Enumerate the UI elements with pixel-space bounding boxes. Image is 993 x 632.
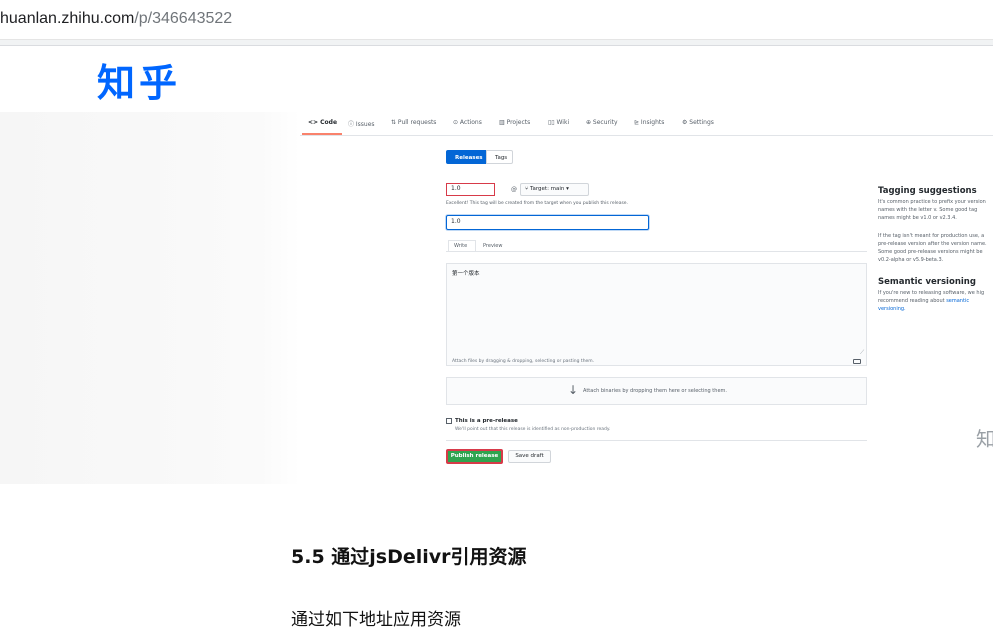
semver-text-1: If you're new to releasing software, we … (878, 290, 985, 296)
toolbar-divider (0, 40, 993, 46)
tab-actions: ⊙ Actions (453, 119, 482, 126)
tag-hint: Excellent! This tag will be created from… (446, 201, 628, 206)
tagging-text-7: v0.2-alpha or v5.9-beta.3. (878, 257, 944, 263)
url-text[interactable]: huanlan.zhihu.com/p/346643522 (0, 10, 232, 28)
prerelease-note: We'll point out that this release is ide… (455, 427, 611, 432)
article-paragraph: 通过如下地址应用资源 (291, 610, 461, 630)
target-branch-button: ⑂ Target: main ▾ (520, 183, 589, 196)
tab-security: ⊕ Security (586, 119, 618, 126)
zhihu-watermark: 知 (976, 427, 993, 451)
active-tab-indicator (302, 133, 342, 135)
tag-version-field: 1.0 (446, 183, 495, 196)
binaries-hint: Attach binaries by dropping them here or… (583, 388, 727, 394)
form-divider (446, 440, 867, 441)
save-draft-button: Save draft (508, 450, 551, 463)
tab-code: <> Code (308, 119, 338, 126)
address-bar[interactable]: huanlan.zhihu.com/p/346643522 (0, 0, 993, 40)
semver-text-2-lead: recommend reading about (878, 298, 947, 304)
tab-settings: ⚙ Settings (682, 119, 714, 126)
tagging-text-6: Some good pre-release versions might be (878, 249, 983, 255)
tagging-text-4: If the tag isn't meant for production us… (878, 233, 985, 239)
tagging-text-3: names might be v1.0 or v2.3.4. (878, 215, 957, 221)
tagging-text-2: names with the letter v. Some good tag (878, 207, 978, 213)
zhihu-logo[interactable]: 知乎 (97, 52, 181, 107)
releases-toggle: Releases (446, 150, 487, 164)
down-arrow-icon: ↓ (568, 383, 579, 397)
markdown-icon (853, 359, 861, 364)
resize-handle-icon: ⟋ (860, 349, 865, 356)
prerelease-label: This is a pre-release (455, 418, 518, 424)
release-title-field: 1.0 (446, 215, 649, 230)
tab-wiki: ▯▯ Wiki (548, 119, 570, 126)
tags-toggle: Tags (486, 150, 513, 164)
editor-tab-bar (446, 240, 867, 252)
description-textarea (446, 263, 867, 366)
semantic-versioning-title: Semantic versioning (878, 277, 976, 287)
versioning-link: versioning. (878, 306, 906, 312)
semver-text-2: recommend reading about semantic (878, 297, 993, 305)
tagging-text-5: pre-release version after the version na… (878, 241, 987, 247)
tagging-text-1: It's common practice to prefix your vers… (878, 199, 986, 205)
tab-write: Write (448, 240, 476, 251)
description-text: 第一个版本 (452, 271, 480, 277)
publish-release-button: Publish release (446, 449, 503, 464)
prerelease-checkbox (446, 418, 452, 424)
article-screenshot: <> Code ⓘ Issues ⇅ Pull requests ⊙ Actio… (0, 112, 993, 484)
attach-files-hint: Attach files by dragging & dropping, sel… (452, 359, 595, 364)
tab-preview: Preview (483, 243, 503, 249)
tab-insights: ⊵ Insights (634, 119, 665, 126)
tagging-suggestions-title: Tagging suggestions (878, 186, 977, 196)
semantic-link: semantic (946, 298, 970, 304)
tab-pull-requests: ⇅ Pull requests (391, 119, 437, 126)
tab-projects: ▥ Projects (499, 119, 531, 126)
at-sign: @ (511, 186, 517, 193)
url-path: /p/346643522 (134, 10, 233, 27)
url-host: huanlan.zhihu.com (0, 10, 135, 27)
tab-issues: ⓘ Issues (348, 121, 375, 128)
section-heading: 5.5 通过jsDelivr引用资源 (291, 546, 527, 568)
